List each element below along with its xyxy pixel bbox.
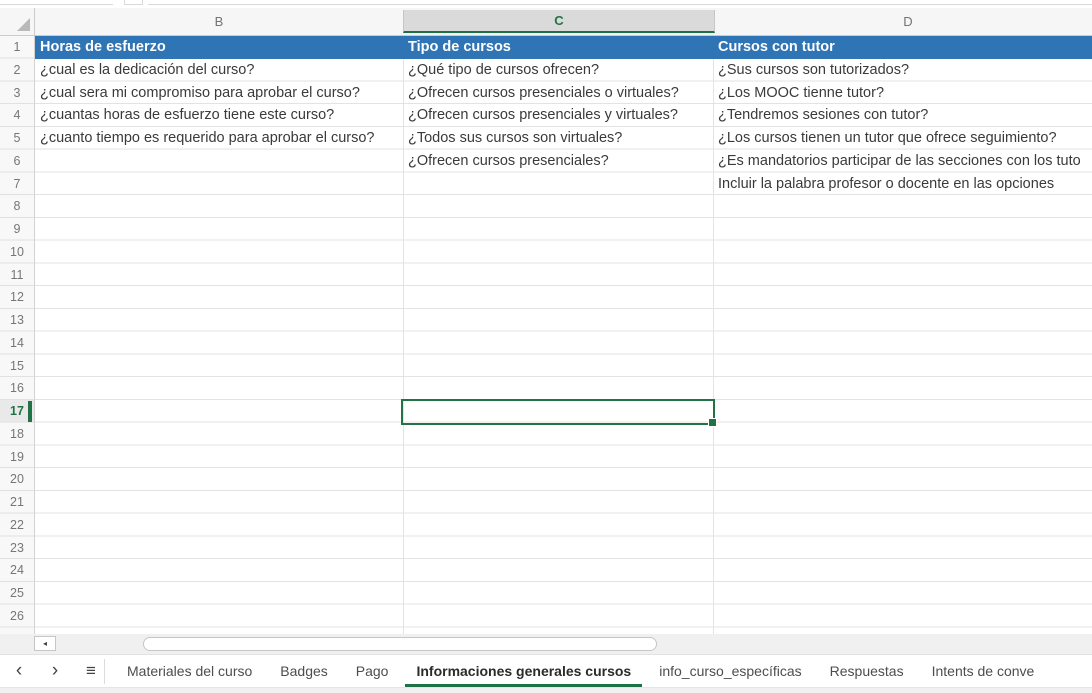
sheet-grid: 1234567891011121314151617181920212223242… xyxy=(0,36,1092,634)
fx-button-edge xyxy=(124,0,143,5)
row-header-9[interactable]: 9 xyxy=(0,218,34,241)
column-header-b[interactable]: B xyxy=(35,8,403,35)
select-all-triangle-icon xyxy=(17,18,30,31)
formula-input-edge xyxy=(148,0,1092,5)
cell-d7[interactable]: Incluir la palabra profesor o docente en… xyxy=(713,173,1054,196)
sheet-tab-pago[interactable]: Pago xyxy=(342,655,403,688)
row-header-7[interactable]: 7 xyxy=(0,173,34,196)
cells-area[interactable]: Horas de esfuerzo Tipo de cursos Cursos co… xyxy=(35,36,1092,634)
left-arrow-icon: ◂ xyxy=(43,639,47,648)
row-header-20[interactable]: 20 xyxy=(0,468,34,491)
row-header-21[interactable]: 21 xyxy=(0,491,34,514)
row-header-26[interactable]: 26 xyxy=(0,605,34,628)
row-header-5[interactable]: 5 xyxy=(0,127,34,150)
row-header-23[interactable]: 23 xyxy=(0,537,34,560)
cell-b2[interactable]: ¿cual es la dedicación del curso? xyxy=(35,59,254,82)
next-sheet-button[interactable]: › xyxy=(42,655,68,688)
scroll-left-button[interactable]: ◂ xyxy=(34,636,56,651)
cell-d6[interactable]: ¿Es mandatorios participar de las seccio… xyxy=(713,150,1081,173)
row-header-4[interactable]: 4 xyxy=(0,104,34,127)
row-header-1[interactable]: 1 xyxy=(0,36,34,59)
cell-c4[interactable]: ¿Ofrecen cursos presenciales y virtuales… xyxy=(403,104,678,127)
name-box-edge xyxy=(0,0,113,5)
header-cell-d1[interactable]: Cursos con tutor xyxy=(713,36,835,59)
cell-b4[interactable]: ¿cuantas horas de esfuerzo tiene este cu… xyxy=(35,104,334,127)
cell-d3[interactable]: ¿Los MOOC tienne tutor? xyxy=(713,82,884,105)
column-header-d[interactable]: D xyxy=(713,8,1092,35)
row-header-2[interactable]: 2 xyxy=(0,59,34,82)
cell-c6[interactable]: ¿Ofrecen cursos presenciales? xyxy=(403,150,609,173)
formula-bar-bottom-edge xyxy=(0,0,1092,8)
sheet-tab-informaciones-generales-cursos[interactable]: Informaciones generales cursos xyxy=(402,655,645,688)
row-header-18[interactable]: 18 xyxy=(0,423,34,446)
row-header-16[interactable]: 16 xyxy=(0,377,34,400)
cell-d2[interactable]: ¿Sus cursos son tutorizados? xyxy=(713,59,909,82)
sheet-tab-intents-de-conve[interactable]: Intents de conve xyxy=(918,655,1049,688)
cell-b5[interactable]: ¿cuanto tiempo es requerido para aprobar… xyxy=(35,127,375,150)
sheet-tab-bar: ‹ › ≡ Materiales del cursoBadgesPagoInfo… xyxy=(0,654,1092,688)
cell-d5[interactable]: ¿Los cursos tienen un tutor que ofrece s… xyxy=(713,127,1057,150)
sheet-tabs: Materiales del cursoBadgesPagoInformacio… xyxy=(113,655,1048,688)
active-cell-c17[interactable] xyxy=(401,399,715,425)
row-header-25[interactable]: 25 xyxy=(0,582,34,605)
sheet-tab-info-curso-espec-ficas[interactable]: info_curso_específicas xyxy=(645,655,815,688)
sheet-list-menu-icon[interactable]: ≡ xyxy=(78,655,104,688)
row-header-17[interactable]: 17 xyxy=(0,400,34,423)
header-cell-b1[interactable]: Horas de esfuerzo xyxy=(35,36,166,59)
header-row: Horas de esfuerzo Tipo de cursos Cursos co… xyxy=(35,36,1092,59)
tab-divider xyxy=(104,659,105,684)
row-header-12[interactable]: 12 xyxy=(0,286,34,309)
row-headers: 1234567891011121314151617181920212223242… xyxy=(0,36,35,634)
row-header-22[interactable]: 22 xyxy=(0,514,34,537)
row-header-15[interactable]: 15 xyxy=(0,355,34,378)
cell-b3[interactable]: ¿cual sera mi compromiso para aprobar el… xyxy=(35,82,360,105)
row-header-6[interactable]: 6 xyxy=(0,150,34,173)
sheet-tab-respuestas[interactable]: Respuestas xyxy=(816,655,918,688)
select-all-corner[interactable] xyxy=(0,8,35,35)
spreadsheet-app: B C D 1234567891011121314151617181920212… xyxy=(0,0,1092,693)
horizontal-scrollbar: ◂ xyxy=(0,634,1092,654)
cell-c5[interactable]: ¿Todos sus cursos son virtuales? xyxy=(403,127,622,150)
active-row-accent xyxy=(28,401,32,422)
column-header-row: B C D xyxy=(0,8,1092,36)
cell-c3[interactable]: ¿Ofrecen cursos presenciales o virtuales… xyxy=(403,82,679,105)
row-header-19[interactable]: 19 xyxy=(0,446,34,469)
row-header-14[interactable]: 14 xyxy=(0,332,34,355)
cell-d4[interactable]: ¿Tendremos sesiones con tutor? xyxy=(713,104,928,127)
row-header-24[interactable]: 24 xyxy=(0,559,34,582)
cell-c2[interactable]: ¿Qué tipo de cursos ofrecen? xyxy=(403,59,599,82)
row-header-3[interactable]: 3 xyxy=(0,82,34,105)
sheet-tab-materiales-del-curso[interactable]: Materiales del curso xyxy=(113,655,266,688)
row-header-11[interactable]: 11 xyxy=(0,264,34,287)
column-header-c[interactable]: C xyxy=(403,10,715,33)
scrollbar-thumb[interactable] xyxy=(143,637,657,651)
row-header-10[interactable]: 10 xyxy=(0,241,34,264)
sheet-tab-badges[interactable]: Badges xyxy=(266,655,341,688)
bottom-edge-strip xyxy=(0,687,1092,693)
header-cell-c1[interactable]: Tipo de cursos xyxy=(403,36,511,59)
prev-sheet-button[interactable]: ‹ xyxy=(6,655,32,688)
row-header-8[interactable]: 8 xyxy=(0,195,34,218)
row-header-13[interactable]: 13 xyxy=(0,309,34,332)
fill-handle[interactable] xyxy=(708,418,717,427)
